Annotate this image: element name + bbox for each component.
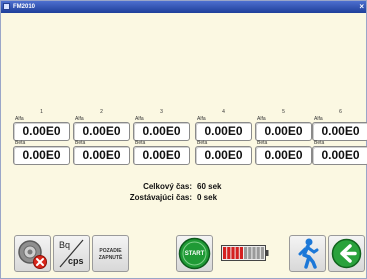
channel-number: 6 <box>339 109 342 115</box>
alfa-value-display: 0.00E0 <box>133 122 190 141</box>
remaining-time-label: Zostávajúci čas: <box>129 193 192 202</box>
app-window: FM2010 × 1 Alfa 0.00E0 Beta 0.00E0 2 Alf… <box>0 0 367 279</box>
walking-person-icon <box>298 238 319 269</box>
battery-cell <box>252 247 256 259</box>
channel-number: 3 <box>160 109 163 115</box>
background-label-line1: POZADIE <box>99 248 122 254</box>
battery-cell <box>244 247 248 259</box>
back-button[interactable] <box>328 235 365 272</box>
back-arrow-icon <box>331 238 362 269</box>
beta-value-display: 0.00E0 <box>312 146 367 165</box>
total-time-value: 60 sek <box>197 182 222 191</box>
battery-cell <box>256 247 260 259</box>
app-icon <box>3 3 10 10</box>
channel-panel-1: 1 Alfa 0.00E0 Beta 0.00E0 <box>13 109 70 165</box>
channel-number: 2 <box>100 109 103 115</box>
battery-cell <box>239 247 243 259</box>
units-bq-label: Bq <box>59 240 71 250</box>
total-time-row: Celkový čas: 60 sek <box>1 182 367 192</box>
channel-panel-2: 2 Alfa 0.00E0 Beta 0.00E0 <box>73 109 130 165</box>
channel-number: 5 <box>282 109 285 115</box>
battery-cell <box>235 247 239 259</box>
window-title: FM2010 <box>13 4 36 10</box>
channel-panel-5: 5 Alfa 0.00E0 Beta 0.00E0 <box>255 109 312 165</box>
battery-cell <box>260 247 264 259</box>
channel-panel-4: 4 Alfa 0.00E0 Beta 0.00E0 <box>195 109 252 165</box>
channel-panel-6: 6 Alfa 0.00E0 Beta 0.00E0 <box>312 109 367 165</box>
channel-number: 4 <box>222 109 225 115</box>
beta-value-display: 0.00E0 <box>13 146 70 165</box>
beta-value-display: 0.00E0 <box>195 146 252 165</box>
beta-value-display: 0.00E0 <box>73 146 130 165</box>
start-button[interactable]: START <box>176 235 213 272</box>
alfa-value-display: 0.00E0 <box>73 122 130 141</box>
units-toggle-button[interactable]: Bq cps <box>53 235 90 272</box>
beta-value-display: 0.00E0 <box>255 146 312 165</box>
total-time-label: Celkový čas: <box>143 182 192 191</box>
battery-icon <box>221 245 269 261</box>
channel-panel-3: 3 Alfa 0.00E0 Beta 0.00E0 <box>133 109 190 165</box>
channel-number: 1 <box>40 109 43 115</box>
settings-button[interactable] <box>14 235 51 272</box>
battery-cell <box>248 247 252 259</box>
title-bar: FM2010 × <box>1 1 366 13</box>
close-button[interactable]: × <box>359 2 364 12</box>
battery-cell <box>231 247 235 259</box>
units-cps-label: cps <box>68 256 84 266</box>
walk-mode-button[interactable] <box>289 235 326 272</box>
beta-value-display: 0.00E0 <box>133 146 190 165</box>
background-toggle-button[interactable]: POZADIE ZAPNUTÉ <box>92 235 129 272</box>
gear-disabled-icon <box>18 240 47 269</box>
alfa-value-display: 0.00E0 <box>13 122 70 141</box>
start-label: START <box>184 251 205 257</box>
remaining-time-value: 0 sek <box>197 193 218 202</box>
background-label-line2: ZAPNUTÉ <box>98 255 123 261</box>
alfa-value-display: 0.00E0 <box>312 122 367 141</box>
remaining-time-row: Zostávajúci čas: 0 sek <box>1 193 367 203</box>
battery-cell <box>223 247 227 259</box>
battery-indicator <box>221 244 269 262</box>
alfa-value-display: 0.00E0 <box>195 122 252 141</box>
alfa-value-display: 0.00E0 <box>255 122 312 141</box>
battery-cell <box>227 247 231 259</box>
